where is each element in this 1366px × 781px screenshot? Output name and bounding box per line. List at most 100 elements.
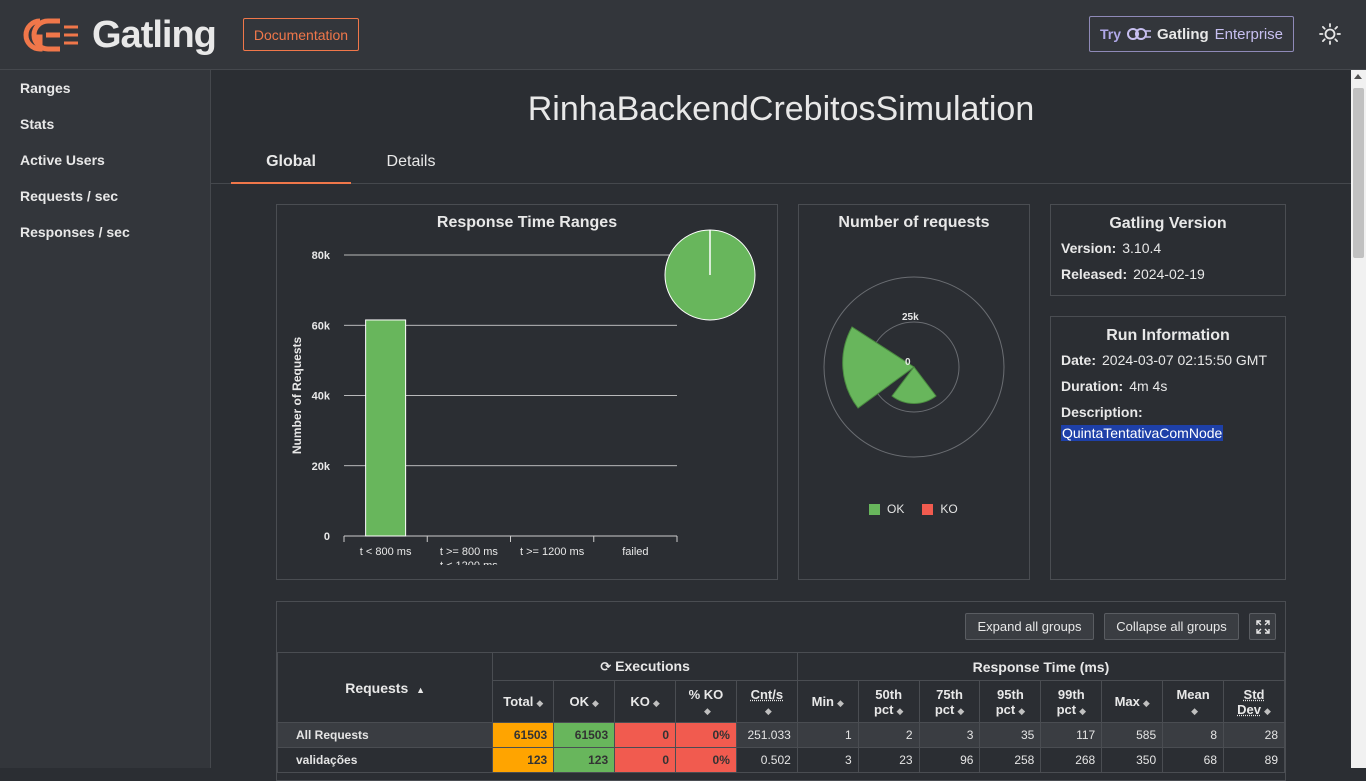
documentation-button[interactable]: Documentation [243, 18, 359, 51]
cell-mean: 68 [1163, 748, 1224, 773]
gatling-logo[interactable]: Gatling [20, 15, 216, 55]
collapse-all-groups-button[interactable]: Collapse all groups [1104, 613, 1239, 640]
table-row[interactable]: All Requests 61503 61503 0 0% 251.033 1 … [278, 723, 1285, 748]
enterprise-label: Enterprise [1215, 26, 1283, 43]
col-p99-label-b: pct [1057, 702, 1077, 717]
sort-icon: ◆ [1018, 706, 1025, 716]
col-p50-label-b: pct [874, 702, 894, 717]
bar [366, 320, 406, 536]
sidebar-item-responses-per-sec[interactable]: Responses / sec [0, 214, 210, 250]
expand-all-groups-button[interactable]: Expand all groups [965, 613, 1094, 640]
date-row: Date: 2024-03-07 02:15:50 GMT [1061, 347, 1285, 373]
try-enterprise-button[interactable]: Try Gatling Enterprise [1089, 16, 1294, 52]
requests-header-label: Requests [345, 680, 408, 696]
sidebar-item-active-users[interactable]: Active Users [0, 142, 210, 178]
sort-icon: ◆ [1264, 706, 1271, 716]
cell-p99: 268 [1041, 748, 1102, 773]
col-p95-label-a: 95th [997, 687, 1024, 702]
number-of-requests-panel: Number of requests 25k 0 OK KO [798, 204, 1030, 580]
duration-label: Duration: [1061, 378, 1123, 394]
cell-ok: 123 [554, 748, 615, 773]
y-tick-label: 20k [312, 461, 331, 473]
col-std-label-a: Std [1244, 687, 1265, 702]
legend-ok-label[interactable]: OK [887, 502, 904, 516]
y-tick-label: 40k [312, 391, 331, 403]
cell-total: 61503 [493, 723, 554, 748]
sidebar-item-stats[interactable]: Stats [0, 106, 210, 142]
released-label: Released: [1061, 266, 1127, 282]
y-tick-label: 60k [312, 320, 331, 332]
table-row[interactable]: validações 123 123 0 0% 0.502 3 23 96 25… [278, 748, 1285, 773]
requests-legend: OK KO [869, 502, 958, 516]
sidebar: Ranges Stats Active Users Requests / sec… [0, 70, 211, 768]
cell-p75: 3 [919, 723, 980, 748]
col-max[interactable]: Max ◆ [1102, 681, 1163, 723]
col-pct-ko[interactable]: % KO ◆ [676, 681, 737, 723]
cell-p50: 2 [858, 723, 919, 748]
col-mean[interactable]: Mean ◆ [1163, 681, 1224, 723]
gatling-logo-icon [20, 17, 80, 53]
sort-asc-icon: ▲ [416, 685, 425, 695]
tab-bar: Global Details [211, 144, 1351, 184]
x-tick-label: t >= 800 ms [440, 546, 499, 558]
theme-toggle-button[interactable] [1315, 19, 1345, 49]
y-axis-title: Number of Requests [290, 337, 304, 455]
x-tick-label: t < 800 ms [360, 546, 412, 558]
scroll-up-arrow-icon[interactable] [1354, 74, 1362, 79]
legend-ko-swatch [922, 504, 933, 515]
executions-header: ⟳ Executions [493, 653, 798, 681]
cell-pct-ko: 0% [676, 748, 737, 773]
description-label: Description: [1061, 404, 1143, 420]
col-p95[interactable]: 95th pct ◆ [980, 681, 1041, 723]
requests-header[interactable]: Requests ▲ [278, 653, 493, 723]
sort-icon: ◆ [704, 706, 711, 716]
requests-chart: 25k 0 [799, 265, 1029, 525]
col-std-dev[interactable]: Std Dev ◆ [1224, 681, 1285, 723]
description-value[interactable]: QuintaTentativaComNode [1061, 425, 1223, 441]
col-total[interactable]: Total ◆ [493, 681, 554, 723]
row-name[interactable]: All Requests [278, 723, 493, 748]
sidebar-item-ranges[interactable]: Ranges [0, 70, 210, 106]
x-tick-label: t >= 1200 ms [520, 546, 585, 558]
cell-std: 89 [1224, 748, 1285, 773]
tab-global[interactable]: Global [231, 144, 351, 184]
col-cnt-s[interactable]: Cnt/s ◆ [736, 681, 797, 723]
col-max-label: Max [1115, 694, 1140, 709]
top-bar: Gatling Documentation Try Gatling Enterp… [0, 0, 1366, 70]
cell-mean: 8 [1163, 723, 1224, 748]
duration-value: 4m 4s [1129, 378, 1167, 394]
requests-title: Number of requests [799, 214, 1029, 232]
col-p75[interactable]: 75th pct ◆ [919, 681, 980, 723]
row-name[interactable]: validações [278, 748, 493, 773]
version-value: 3.10.4 [1122, 240, 1161, 256]
col-p99[interactable]: 99th pct ◆ [1041, 681, 1102, 723]
tab-details[interactable]: Details [351, 144, 471, 184]
vertical-scrollbar[interactable] [1351, 70, 1366, 768]
released-row: Released: 2024-02-19 [1061, 261, 1285, 287]
col-ok[interactable]: OK ◆ [554, 681, 615, 723]
ranges-chart: 020k40k60k80kNumber of Requestst < 800 m… [277, 225, 777, 565]
sun-icon [1319, 23, 1341, 45]
date-label: Date: [1061, 352, 1096, 368]
y-tick-label: 80k [312, 250, 331, 262]
scroll-thumb[interactable] [1353, 88, 1364, 258]
gatling-label: Gatling [1157, 26, 1209, 43]
col-ko[interactable]: KO ◆ [615, 681, 676, 723]
description-row: Description: [1061, 399, 1285, 425]
ring-label-center: 0 [905, 357, 911, 368]
legend-ko-label[interactable]: KO [940, 502, 957, 516]
x-tick-label: t < 1200 ms [440, 560, 498, 565]
response-time-ranges-panel: Response Time Ranges 0 20k 40k 60k 80k Number… [276, 204, 778, 580]
date-value: 2024-03-07 02:15:50 GMT [1102, 352, 1267, 368]
try-label: Try [1100, 26, 1121, 42]
stats-table: Requests ▲ ⟳ Executions Response Time (ms… [277, 652, 1285, 773]
stats-panel: Expand all groups Collapse all groups Re… [276, 601, 1286, 781]
col-p50[interactable]: 50th pct ◆ [858, 681, 919, 723]
sort-icon: ◆ [1143, 698, 1150, 708]
fullscreen-button[interactable] [1249, 613, 1276, 640]
col-min[interactable]: Min ◆ [797, 681, 858, 723]
sort-icon: ◆ [837, 698, 844, 708]
sort-icon: ◆ [765, 706, 772, 716]
sidebar-item-requests-per-sec[interactable]: Requests / sec [0, 178, 210, 214]
enterprise-logo-icon [1127, 27, 1151, 41]
